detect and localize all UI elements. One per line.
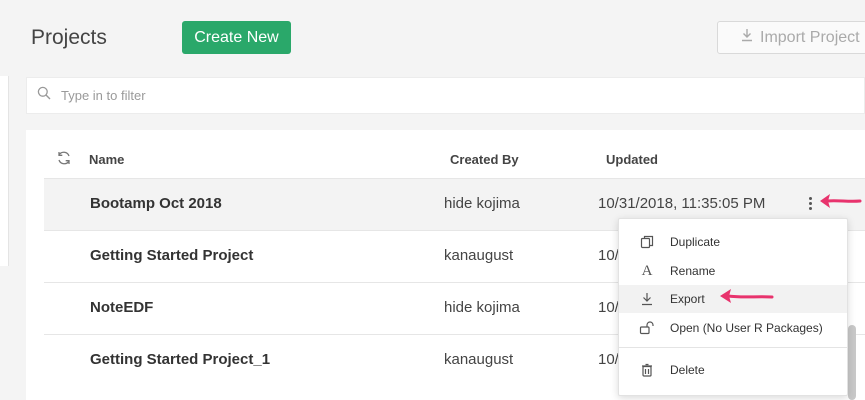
import-project-button[interactable]: Import Project xyxy=(717,21,865,54)
column-header-updated[interactable]: Updated xyxy=(606,152,658,167)
left-panel-edge xyxy=(0,76,9,266)
project-updated: 10/31/2018, 11:35:05 PM xyxy=(598,195,766,212)
project-created-by: hide kojima xyxy=(444,195,520,212)
create-new-button[interactable]: Create New xyxy=(182,21,291,54)
column-header-created-by[interactable]: Created By xyxy=(450,152,519,167)
project-created-by: kanaugust xyxy=(444,351,514,368)
project-updated: 10/ xyxy=(598,299,619,316)
filter-bar xyxy=(26,77,865,114)
project-created-by: kanaugust xyxy=(444,247,514,264)
menu-item-duplicate[interactable]: Duplicate xyxy=(619,228,847,256)
column-header-name[interactable]: Name xyxy=(89,152,124,167)
unlock-icon xyxy=(639,320,655,336)
project-updated: 10/ xyxy=(598,351,619,368)
project-context-menu: Duplicate A Rename Export Open (No User … xyxy=(618,218,848,396)
download-icon xyxy=(740,28,754,47)
menu-item-delete[interactable]: Delete xyxy=(619,356,847,384)
page-title: Projects xyxy=(31,26,107,49)
table-header: Name Created By Updated xyxy=(26,148,865,170)
filter-input[interactable] xyxy=(59,87,463,104)
menu-divider xyxy=(619,347,847,348)
search-icon xyxy=(37,86,51,105)
projects-page: Projects Create New Import Project Name … xyxy=(0,0,865,400)
project-name[interactable]: NoteEDF xyxy=(90,299,153,316)
project-created-by: hide kojima xyxy=(444,299,520,316)
more-options-icon[interactable] xyxy=(806,192,814,214)
annotation-arrow xyxy=(820,194,862,208)
project-name[interactable]: Bootamp Oct 2018 xyxy=(90,195,222,212)
menu-item-open-no-user-r-packages[interactable]: Open (No User R Packages) xyxy=(619,314,847,342)
trash-icon xyxy=(639,362,655,378)
export-icon xyxy=(639,291,655,307)
refresh-icon[interactable] xyxy=(56,150,72,169)
project-name[interactable]: Getting Started Project xyxy=(90,247,253,264)
menu-item-rename[interactable]: A Rename xyxy=(619,257,847,285)
duplicate-icon xyxy=(639,234,655,250)
project-updated: 10/ xyxy=(598,247,619,264)
project-name[interactable]: Getting Started Project_1 xyxy=(90,351,270,368)
annotation-arrow xyxy=(720,289,774,303)
scrollbar-thumb[interactable] xyxy=(848,325,856,400)
import-project-label: Import Project xyxy=(760,28,860,46)
rename-icon: A xyxy=(641,262,653,279)
